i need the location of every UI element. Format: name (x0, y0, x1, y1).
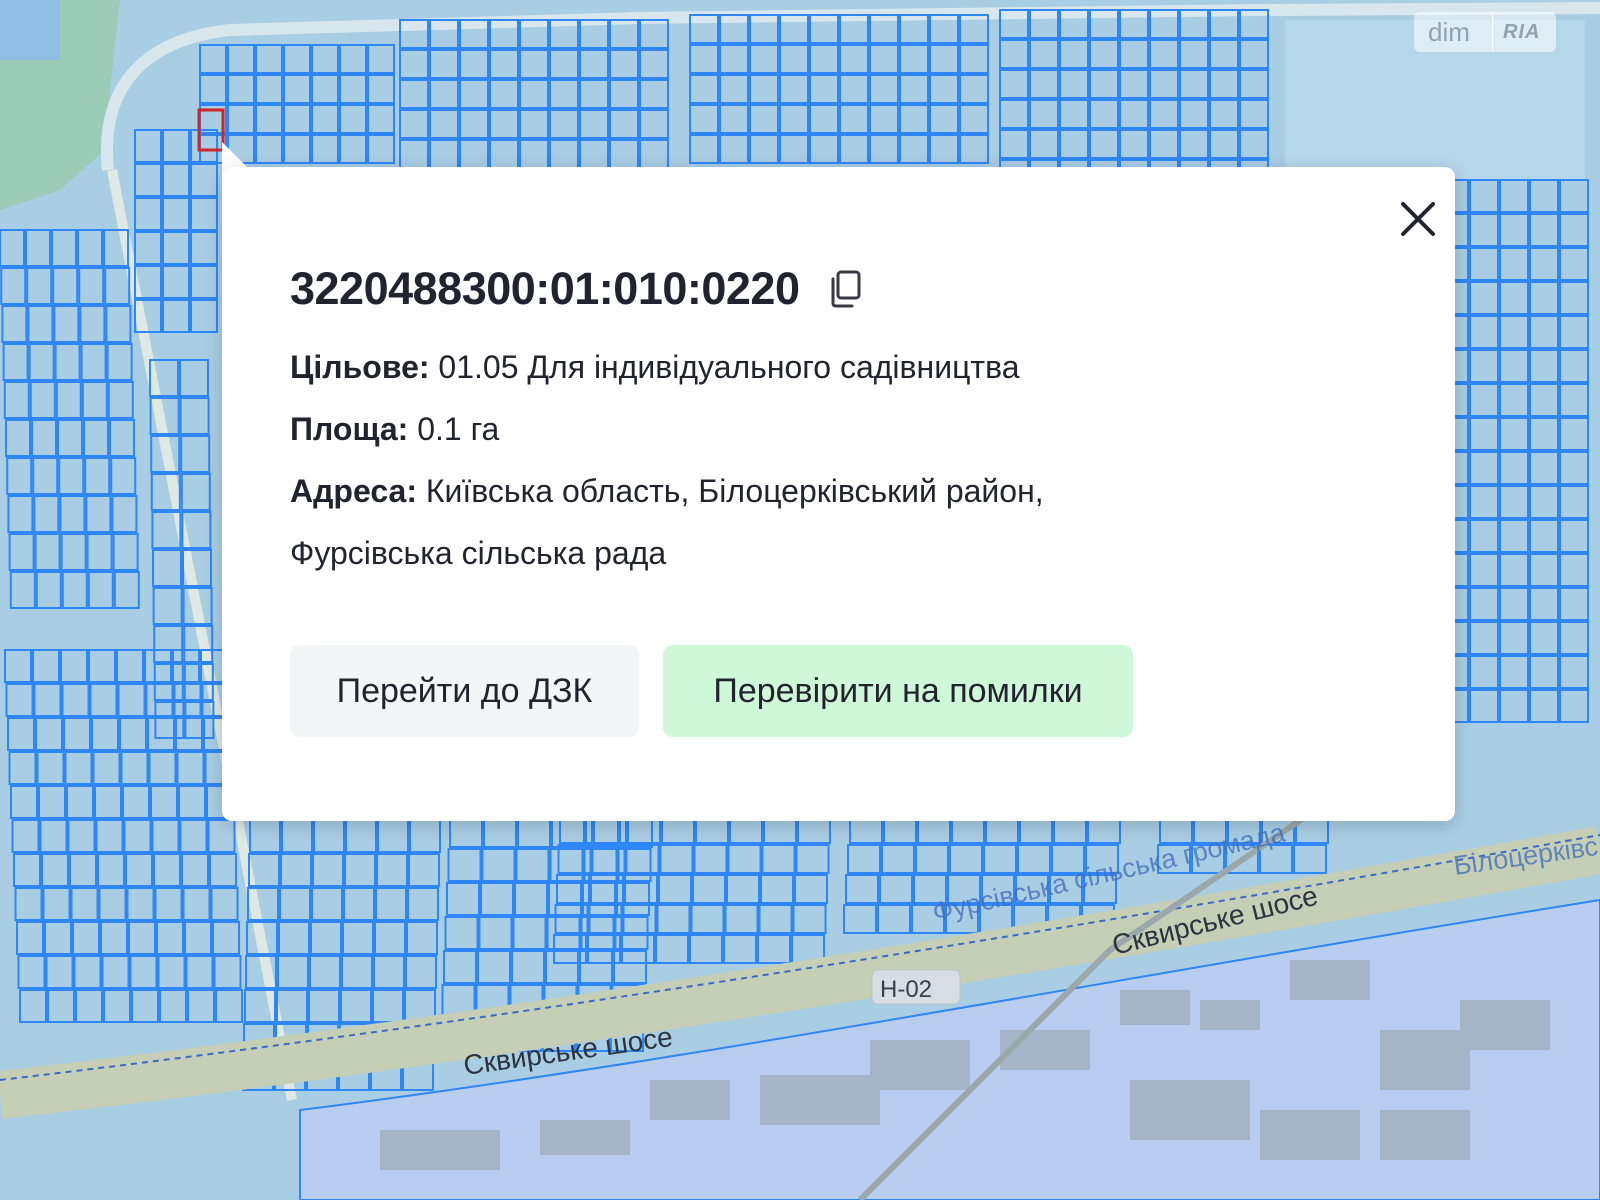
road-code-label: Н-02 (880, 976, 932, 1003)
cadastral-number: 3220488300:01:010:0220 (290, 263, 800, 314)
address-value: Київська область, Білоцерківський район, (425, 473, 1044, 509)
watermark-dim: dim (1428, 16, 1470, 47)
area-value: 0.1 га (417, 411, 500, 447)
building (870, 1040, 970, 1090)
building (1290, 960, 1370, 1000)
area-line: Площа: 0.1 га (290, 411, 499, 448)
close-button[interactable] (1398, 199, 1438, 239)
title-row: 3220488300:01:010:0220 (290, 259, 863, 319)
building (1260, 1110, 1360, 1160)
building (1380, 1030, 1470, 1090)
area-label: Площа: (290, 411, 409, 447)
building (1120, 990, 1190, 1025)
building (540, 1120, 630, 1155)
watermark-ria: RIA (1503, 20, 1541, 43)
dimria-watermark: dim RIA (1414, 12, 1556, 52)
building (1200, 1000, 1260, 1030)
close-icon[interactable] (1398, 199, 1438, 239)
address-label: Адреса: (290, 473, 417, 509)
building (760, 1075, 880, 1125)
building (1380, 1110, 1470, 1160)
copy-icon[interactable] (827, 269, 863, 309)
address-continuation: Фурсівська сільська рада (290, 535, 666, 572)
purpose-value: 01.05 Для індивідуального садівництва (438, 349, 1020, 385)
check-errors-button[interactable]: Перевірити на помилки (663, 645, 1133, 737)
purpose-line: Цільове: 01.05 Для індивідуального садів… (290, 349, 1020, 386)
open-dzk-button[interactable]: Перейти до ДЗК (290, 645, 639, 737)
building (380, 1130, 500, 1170)
building (650, 1080, 730, 1120)
address-continuation-text: Фурсівська сільська рада (290, 535, 667, 571)
purpose-label: Цільове: (290, 349, 430, 385)
building (1460, 1000, 1550, 1050)
parcel-info-popup: 3220488300:01:010:0220 Цільове: 01.05 Дл… (222, 167, 1455, 821)
address-line: Адреса: Київська область, Білоцерківськи… (290, 473, 1044, 510)
building (1130, 1080, 1250, 1140)
